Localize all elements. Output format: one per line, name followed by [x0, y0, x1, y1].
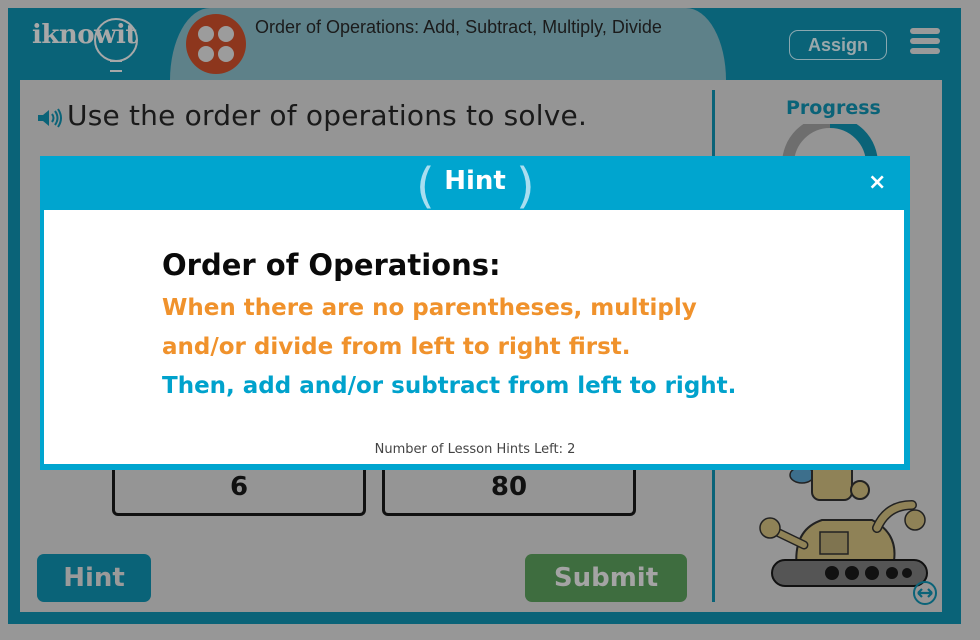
robot-mascot [759, 460, 928, 587]
assign-button[interactable]: Assign [789, 30, 887, 60]
progress-label: Progress [786, 97, 881, 119]
close-icon[interactable]: × [868, 172, 886, 194]
hamburger-menu-icon[interactable] [910, 28, 940, 54]
hint-text-line: When there are no parentheses, multiply [162, 295, 697, 321]
hint-heading: Order of Operations: [162, 248, 501, 282]
title-right-bracket: ) [516, 158, 535, 214]
lightbulb-base-icon [110, 60, 122, 72]
lesson-category-icon [186, 14, 246, 74]
lesson-title: Order of Operations: Add, Subtract, Mult… [255, 17, 662, 37]
speaker-icon[interactable] [36, 108, 64, 128]
submit-button[interactable]: Submit [525, 554, 687, 602]
hint-button[interactable]: Hint [37, 554, 151, 602]
hints-left-counter: Number of Lesson Hints Left: 2 [374, 442, 576, 457]
question-prompt: Use the order of operations to solve. [67, 99, 588, 132]
hint-text-line: and/or divide from left to right first. [162, 334, 631, 360]
expand-arrows-icon[interactable] [912, 580, 938, 606]
hint-text-line: Then, add and/or subtract from left to r… [162, 373, 737, 399]
lightbulb-icon [94, 18, 138, 62]
hint-modal-title: Hint [444, 166, 506, 196]
